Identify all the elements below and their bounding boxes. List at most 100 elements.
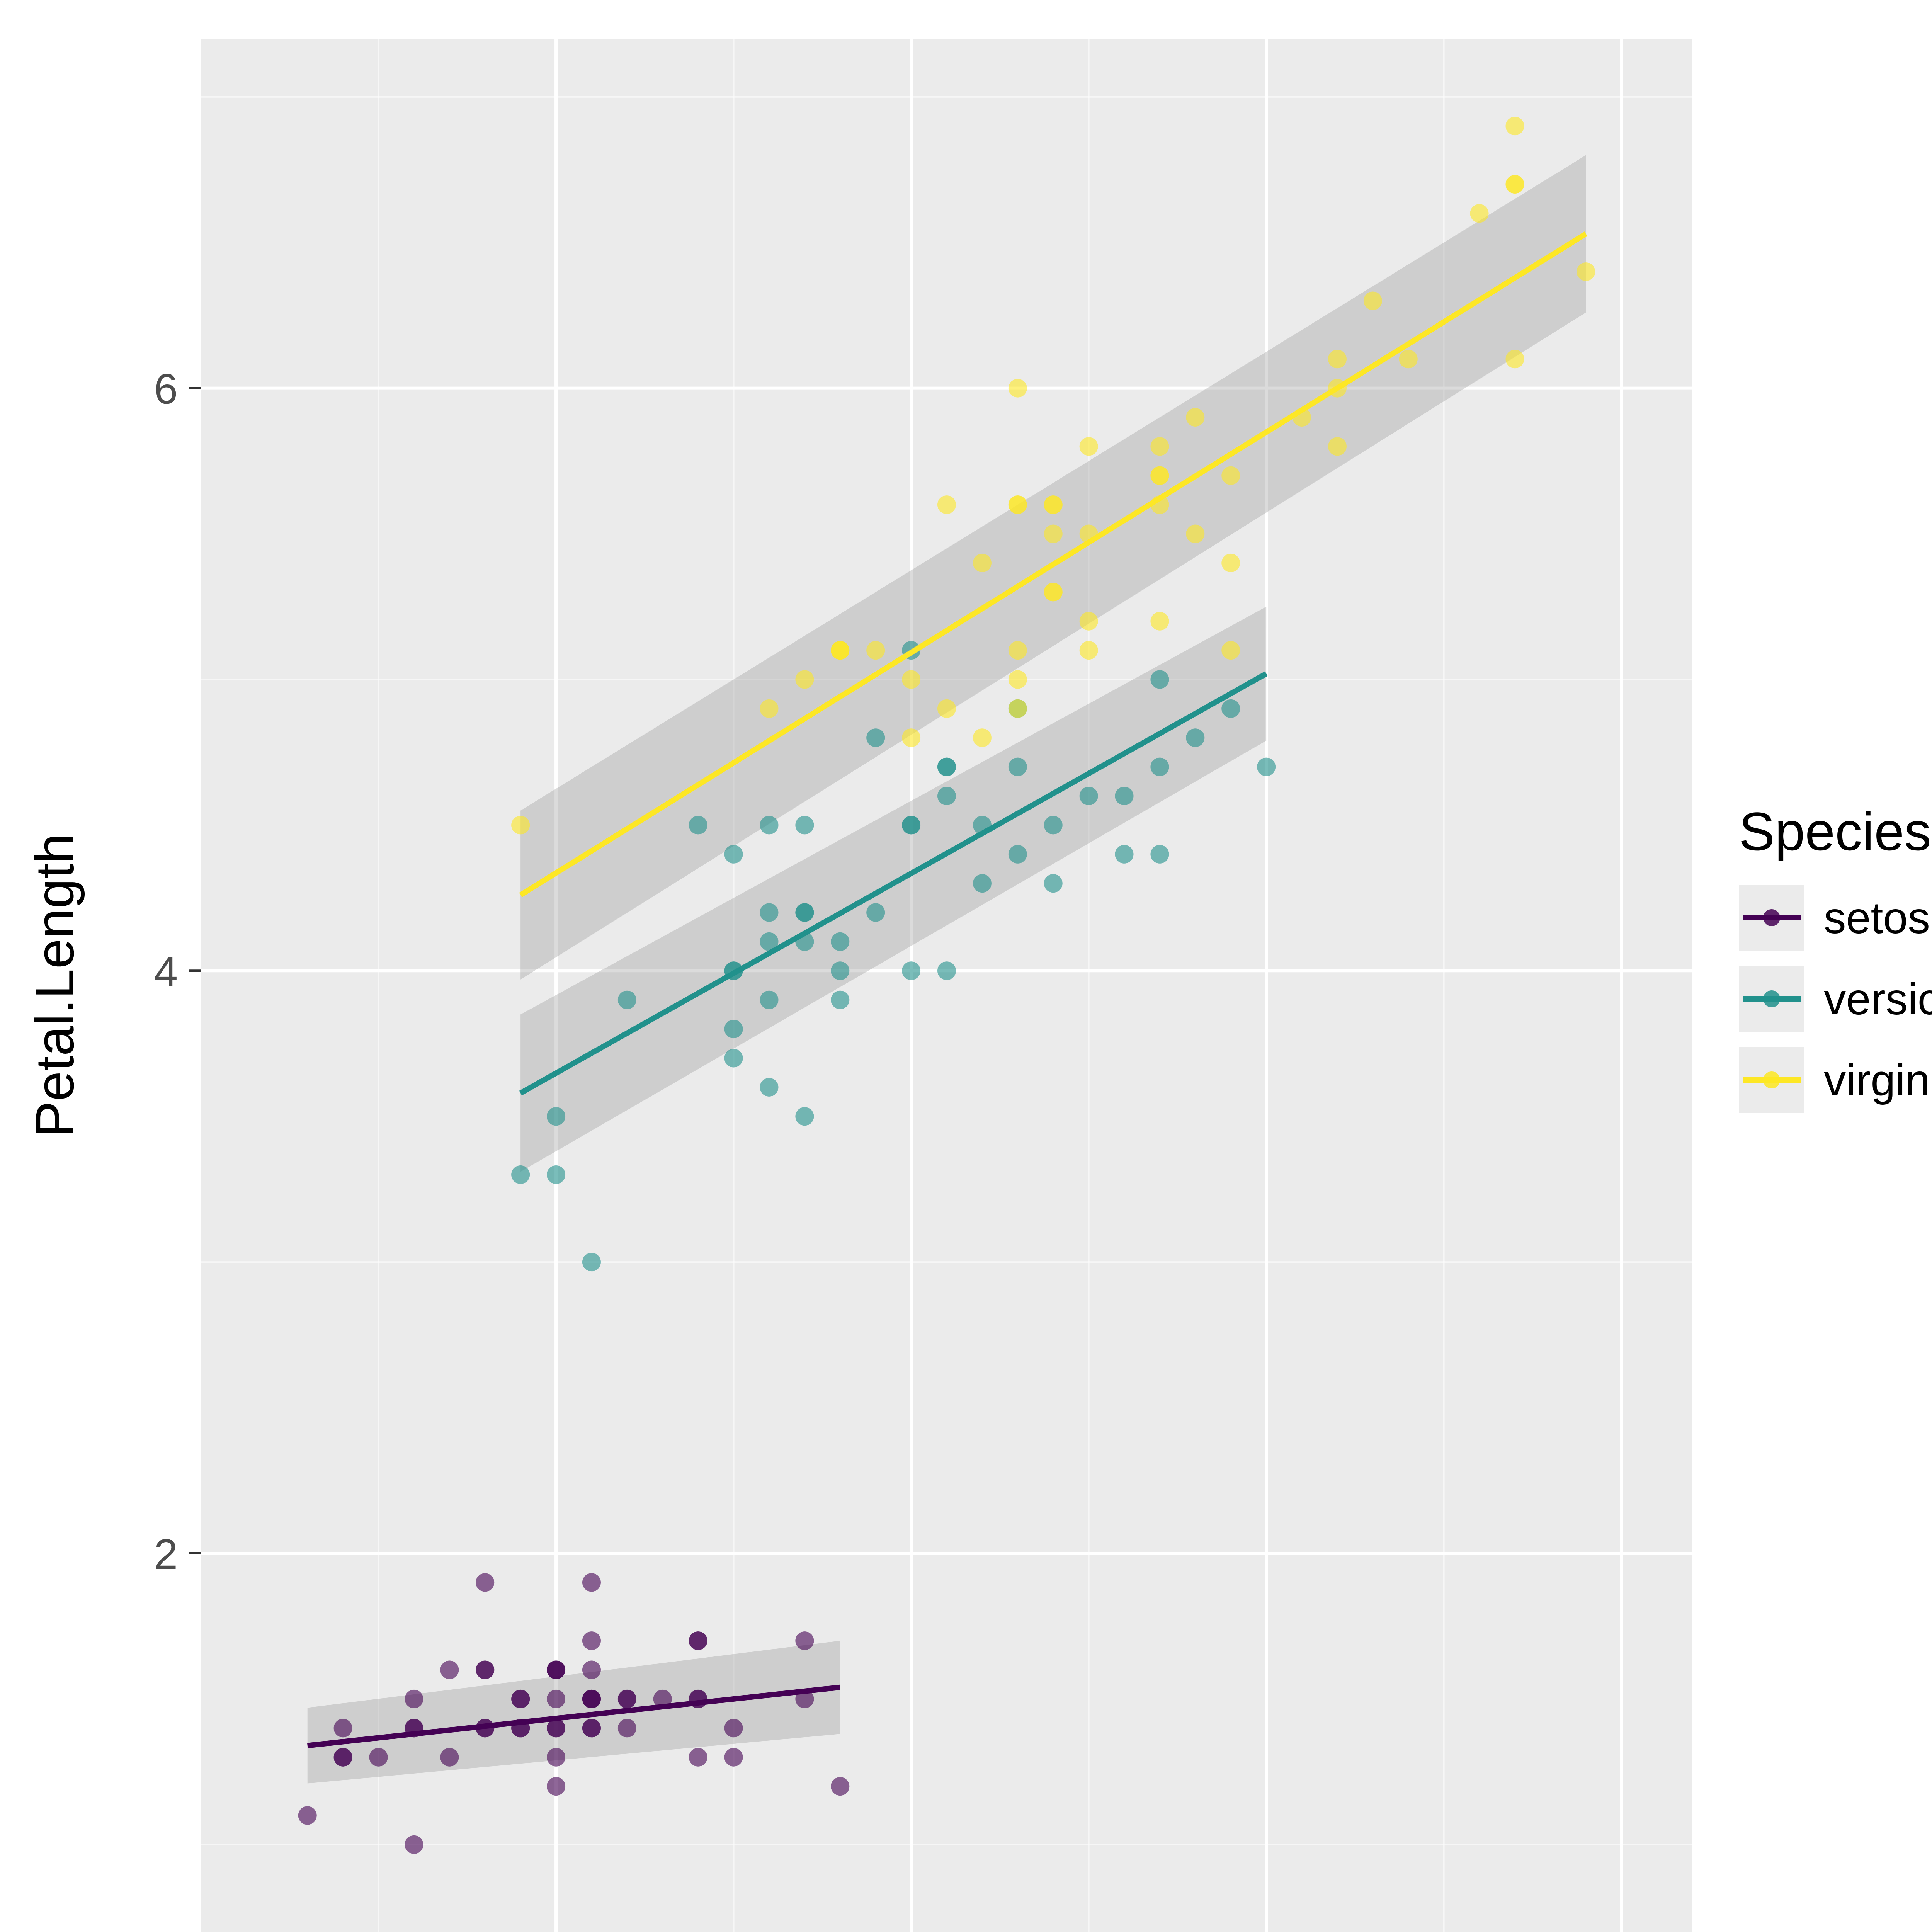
- point-versicolor: [831, 991, 849, 1009]
- point-virginica: [831, 641, 849, 660]
- point-virginica: [1009, 641, 1027, 660]
- point-versicolor: [724, 845, 743, 864]
- point-versicolor: [1115, 787, 1134, 805]
- point-versicolor: [831, 961, 849, 980]
- point-setosa: [511, 1690, 530, 1708]
- point-virginica: [1221, 641, 1240, 660]
- point-setosa: [405, 1835, 423, 1854]
- chart-svg: 5678246Sepal.LengthPetal.LengthSpeciesse…: [0, 0, 1932, 1932]
- point-virginica: [1505, 117, 1524, 135]
- point-versicolor: [1009, 845, 1027, 864]
- point-setosa: [831, 1777, 849, 1796]
- point-versicolor: [618, 991, 636, 1009]
- point-setosa: [334, 1748, 352, 1767]
- point-virginica: [1364, 291, 1382, 310]
- point-setosa: [724, 1719, 743, 1737]
- point-versicolor: [902, 816, 920, 834]
- point-setosa: [547, 1690, 565, 1708]
- point-versicolor: [1221, 699, 1240, 718]
- point-virginica: [511, 816, 530, 834]
- point-versicolor: [1115, 845, 1134, 864]
- point-setosa: [582, 1661, 601, 1679]
- point-setosa: [334, 1719, 352, 1737]
- point-versicolor: [795, 1107, 814, 1126]
- point-virginica: [1080, 641, 1098, 660]
- point-virginica: [1150, 612, 1169, 631]
- point-versicolor: [511, 1165, 530, 1184]
- point-versicolor: [724, 1049, 743, 1067]
- point-versicolor: [937, 961, 956, 980]
- point-virginica: [973, 554, 992, 572]
- point-virginica: [1221, 466, 1240, 485]
- point-setosa: [582, 1690, 601, 1708]
- point-versicolor: [795, 903, 814, 922]
- point-virginica: [1328, 350, 1347, 368]
- point-virginica: [1505, 175, 1524, 194]
- point-setosa: [618, 1690, 636, 1708]
- point-versicolor: [689, 816, 707, 834]
- point-virginica: [1044, 583, 1063, 601]
- point-setosa: [547, 1748, 565, 1767]
- point-versicolor: [1044, 816, 1063, 834]
- y-tick-label: 2: [154, 1531, 178, 1578]
- point-setosa: [689, 1631, 707, 1650]
- point-versicolor: [1150, 845, 1169, 864]
- point-virginica: [937, 699, 956, 718]
- legend-point-versicolor: [1763, 990, 1780, 1007]
- point-setosa: [795, 1631, 814, 1650]
- point-versicolor: [582, 1253, 601, 1271]
- point-virginica: [1328, 437, 1347, 456]
- point-versicolor: [937, 787, 956, 805]
- point-setosa: [582, 1573, 601, 1592]
- point-versicolor: [547, 1107, 565, 1126]
- point-virginica: [1505, 350, 1524, 368]
- point-versicolor: [547, 1165, 565, 1184]
- point-virginica: [1080, 612, 1098, 631]
- point-virginica: [973, 728, 992, 747]
- point-versicolor: [902, 961, 920, 980]
- point-versicolor: [760, 816, 778, 834]
- point-virginica: [1150, 437, 1169, 456]
- point-versicolor: [866, 903, 885, 922]
- point-setosa: [405, 1690, 423, 1708]
- point-virginica: [902, 728, 920, 747]
- point-versicolor: [1080, 787, 1098, 805]
- point-setosa: [689, 1748, 707, 1767]
- legend-label-versicolor: versicolor: [1824, 975, 1932, 1024]
- point-versicolor: [724, 1020, 743, 1038]
- legend-title: Species: [1739, 801, 1931, 862]
- point-setosa: [298, 1806, 317, 1825]
- legend-label-virginica: virginica: [1824, 1056, 1932, 1105]
- point-setosa: [618, 1719, 636, 1737]
- point-virginica: [1186, 408, 1204, 427]
- point-setosa: [582, 1631, 601, 1650]
- point-versicolor: [760, 991, 778, 1009]
- chart-root: 5678246Sepal.LengthPetal.LengthSpeciesse…: [0, 0, 1932, 1932]
- point-setosa: [547, 1661, 565, 1679]
- point-virginica: [1009, 495, 1027, 514]
- point-versicolor: [1257, 758, 1276, 776]
- point-versicolor: [795, 816, 814, 834]
- point-setosa: [724, 1748, 743, 1767]
- point-virginica: [1009, 699, 1027, 718]
- legend-point-setosa: [1763, 909, 1780, 926]
- point-versicolor: [973, 874, 992, 893]
- point-virginica: [1221, 554, 1240, 572]
- point-virginica: [1470, 204, 1489, 223]
- point-virginica: [1150, 466, 1169, 485]
- point-virginica: [1044, 495, 1063, 514]
- point-versicolor: [1009, 758, 1027, 776]
- point-virginica: [1044, 525, 1063, 543]
- point-virginica: [1186, 525, 1204, 543]
- point-setosa: [369, 1748, 388, 1767]
- point-virginica: [937, 495, 956, 514]
- point-setosa: [440, 1661, 459, 1679]
- point-setosa: [440, 1748, 459, 1767]
- point-virginica: [1009, 379, 1027, 398]
- point-virginica: [795, 670, 814, 689]
- point-versicolor: [1150, 758, 1169, 776]
- point-versicolor: [1044, 874, 1063, 893]
- legend-label-setosa: setosa: [1824, 893, 1932, 943]
- point-setosa: [476, 1661, 494, 1679]
- y-tick-label: 4: [154, 948, 178, 995]
